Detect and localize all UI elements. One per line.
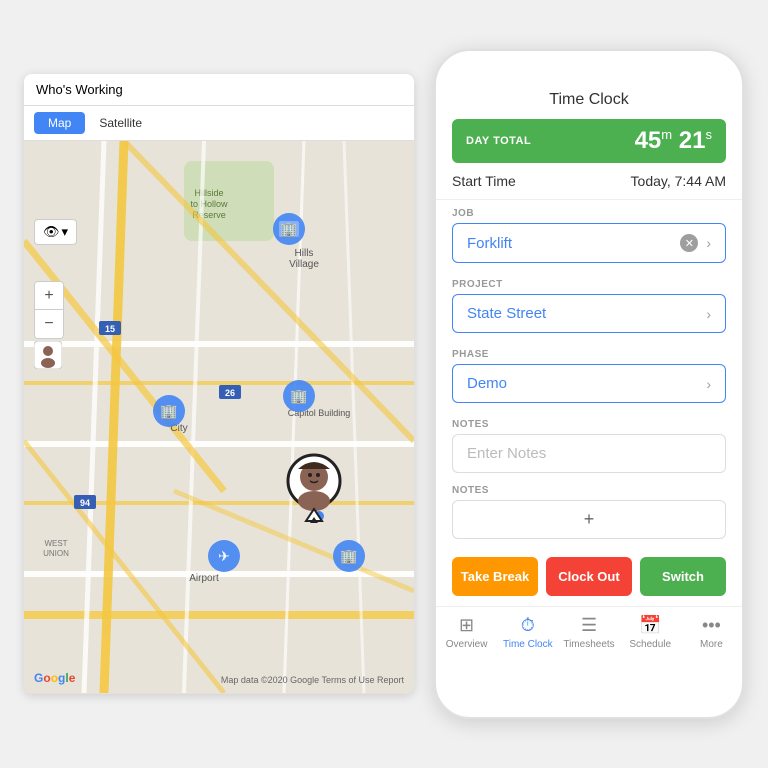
map-panel: Who's Working Map Satellite Hillside to … xyxy=(24,74,414,694)
day-total-label: DAY TOTAL xyxy=(466,135,531,147)
svg-text:Village: Village xyxy=(289,259,319,270)
job-field-icons: ✕ › xyxy=(680,234,711,252)
timeclock-icon: ⏱ xyxy=(521,615,535,636)
svg-text:94: 94 xyxy=(80,498,90,508)
day-total-bar: DAY TOTAL 45m 21s xyxy=(452,119,726,163)
phone-content: Time Clock DAY TOTAL 45m 21s Start Time … xyxy=(436,83,742,717)
phone-panel: Time Clock DAY TOTAL 45m 21s Start Time … xyxy=(434,49,744,719)
map-header: Who's Working xyxy=(24,74,414,106)
day-total-seconds: 21 xyxy=(679,127,706,154)
notes-add-row[interactable]: + xyxy=(452,500,726,539)
nav-overview[interactable]: ⊞ Overview xyxy=(436,615,497,650)
nav-schedule-label: Schedule xyxy=(629,639,671,650)
svg-text:🏢: 🏢 xyxy=(280,221,297,238)
overview-icon: ⊞ xyxy=(459,615,474,636)
zoom-in-button[interactable]: + xyxy=(35,282,63,310)
google-logo: Google xyxy=(34,671,75,685)
notes-section-label: NOTES xyxy=(436,411,742,434)
phase-value: Demo xyxy=(467,375,706,392)
svg-text:✈: ✈ xyxy=(218,548,230,564)
nav-timeclock-label: Time Clock xyxy=(503,639,553,650)
project-section-label: PROJECT xyxy=(436,271,742,294)
svg-text:15: 15 xyxy=(105,324,115,334)
whos-working-title: Who's Working xyxy=(36,82,123,97)
nav-overview-label: Overview xyxy=(446,639,488,650)
notes-input[interactable]: Enter Notes xyxy=(452,434,726,473)
project-field[interactable]: State Street › xyxy=(452,294,726,333)
day-total-minutes: 45 xyxy=(635,127,662,154)
nav-timesheets-label: Timesheets xyxy=(563,639,614,650)
job-field[interactable]: Forklift ✕ › xyxy=(452,223,726,263)
nav-schedule[interactable]: 📅 Schedule xyxy=(620,615,681,650)
job-clear-icon[interactable]: ✕ xyxy=(680,234,698,252)
phone-top-bar xyxy=(436,51,742,83)
phone-title: Time Clock xyxy=(436,83,742,119)
clock-out-button[interactable]: Clock Out xyxy=(546,557,632,596)
take-break-button[interactable]: Take Break xyxy=(452,557,538,596)
schedule-icon: 📅 xyxy=(639,615,661,636)
tab-satellite[interactable]: Satellite xyxy=(85,112,156,134)
bottom-nav: ⊞ Overview ⏱ Time Clock ☰ Timesheets 📅 S… xyxy=(436,606,742,662)
start-time-value: Today, 7:44 AM xyxy=(631,173,726,189)
nav-more[interactable]: ••• More xyxy=(681,615,742,650)
switch-button[interactable]: Switch xyxy=(640,557,726,596)
svg-text:WEST: WEST xyxy=(44,539,67,548)
job-chevron-icon: › xyxy=(706,235,711,251)
start-time-label: Start Time xyxy=(452,173,516,189)
eye-icon: 👁 xyxy=(43,224,60,240)
nav-timeclock[interactable]: ⏱ Time Clock xyxy=(497,615,558,650)
map-view-controls: 👁 ▾ xyxy=(34,219,77,245)
zoom-out-button[interactable]: − xyxy=(35,310,63,338)
tab-map[interactable]: Map xyxy=(34,112,85,134)
svg-text:Hills: Hills xyxy=(295,248,314,259)
phone-notch xyxy=(549,57,629,77)
svg-text:Hillside: Hillside xyxy=(194,188,223,198)
timesheets-icon: ☰ xyxy=(581,615,597,636)
eye-dropdown-icon: ▾ xyxy=(62,224,69,240)
action-buttons: Take Break Clock Out Switch xyxy=(436,547,742,606)
svg-text:🏢: 🏢 xyxy=(160,403,177,420)
eye-button[interactable]: 👁 ▾ xyxy=(34,219,77,245)
svg-text:26: 26 xyxy=(225,388,235,398)
day-total-time: 45m 21s xyxy=(635,127,712,155)
project-chevron-icon: › xyxy=(706,306,711,322)
person-layer-icon[interactable] xyxy=(34,341,62,369)
plus-icon: + xyxy=(584,509,595,530)
project-value: State Street xyxy=(467,305,706,322)
more-icon: ••• xyxy=(702,615,721,636)
map-background: Hillside to Hollow Reserve 15 xyxy=(24,141,414,693)
map-tabs-bar: Map Satellite xyxy=(24,106,414,141)
svg-text:to Hollow: to Hollow xyxy=(190,199,228,209)
map-footer-text: Map data ©2020 Google Terms of Use Repor… xyxy=(221,675,404,685)
nav-more-label: More xyxy=(700,639,723,650)
phase-section-label: PHASE xyxy=(436,341,742,364)
nav-timesheets[interactable]: ☰ Timesheets xyxy=(558,615,619,650)
phase-chevron-icon: › xyxy=(706,376,711,392)
svg-text:🏢: 🏢 xyxy=(290,388,307,405)
job-value: Forklift xyxy=(467,235,680,252)
start-time-row: Start Time Today, 7:44 AM xyxy=(436,163,742,200)
zoom-controls: + − xyxy=(34,281,64,339)
phase-field[interactable]: Demo › xyxy=(452,364,726,403)
job-section-label: JOB xyxy=(436,200,742,223)
notes2-section-label: NOTES xyxy=(436,477,742,500)
svg-text:UNION: UNION xyxy=(43,549,69,558)
svg-text:Airport: Airport xyxy=(189,573,219,584)
svg-text:🏢: 🏢 xyxy=(340,548,357,565)
